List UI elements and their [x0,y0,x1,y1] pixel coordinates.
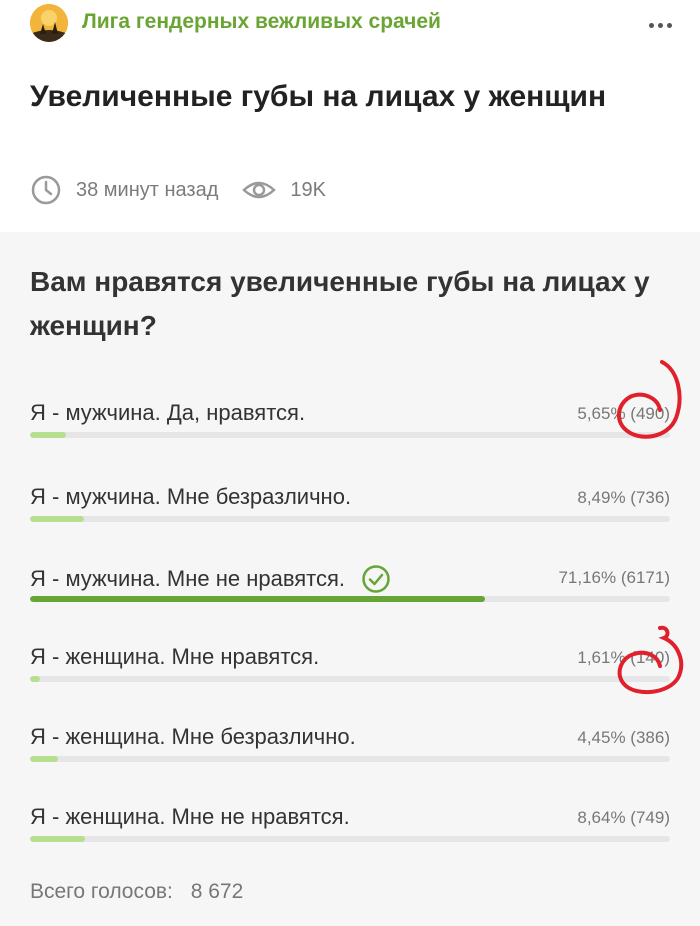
option-label: Я - мужчина. Да, нравятся. [30,400,306,425]
option-stats: 4,45% (386) [577,728,670,747]
clock-icon [30,174,62,206]
option-label: Я - женщина. Мне нравятся. [30,644,320,669]
total-votes-label: Всего голосов: [30,880,173,903]
option-bar [30,596,670,602]
views-count: 19K [290,178,326,201]
dot [666,22,672,28]
option-label: Я - мужчина. Мне безразлично. [30,484,352,509]
option-stats: 71,16% (6171) [558,568,670,587]
poll-option[interactable]: Я - женщина. Мне не нравятся. 8,64% (749… [30,804,670,854]
more-dots-icon[interactable] [640,10,680,40]
total-votes-value: 8 672 [190,880,244,903]
option-bar [30,432,670,438]
total-votes: Всего голосов: 8 672 [30,880,243,904]
check-circle-icon [361,564,391,594]
option-stats: 8,49% (736) [577,488,670,507]
post-meta: 38 минут назад 19K [30,172,326,208]
option-label: Я - женщина. Мне не нравятся. [30,804,350,829]
option-label: Я - мужчина. Мне не нравятся. [30,564,391,594]
poll-option[interactable]: Я - мужчина. Мне безразлично. 8,49% (736… [30,484,670,534]
option-bar [30,756,670,762]
poll-option[interactable]: Я - женщина. Мне безразлично. 4,45% (386… [30,724,670,774]
option-bar-fill [30,432,67,438]
poll-question: Вам нравятся увеличенные губы на лицах у… [30,266,650,341]
community-logo-icon[interactable] [30,4,68,42]
poll: Вам нравятся увеличенные губы на лицах у… [0,232,700,926]
option-bar [30,516,670,522]
option-label: Я - женщина. Мне безразлично. [30,724,356,749]
poll-option[interactable]: Я - мужчина. Мне не нравятся. 71,16% (61… [30,564,670,614]
option-stats: 8,64% (749) [577,808,670,827]
option-bar [30,836,670,842]
dot [648,22,654,28]
option-bar-fill [30,676,41,682]
option-bar-fill [30,516,85,522]
option-bar-fill [30,756,59,762]
option-bar [30,676,670,682]
option-stats: 5,65% (490) [577,404,670,423]
poll-option[interactable]: Я - мужчина. Да, нравятся. 5,65% (490) [30,400,670,450]
poll-option[interactable]: Я - женщина. Мне нравятся. 1,61% (140) [30,644,670,694]
option-label-text: Я - мужчина. Мне не нравятся. [30,566,346,591]
post-time: 38 минут назад [76,178,219,201]
eye-icon [242,178,277,202]
dot [657,22,663,28]
option-stats: 1,61% (140) [577,648,670,667]
post-header: Лига гендерных вежливых срачей Увеличенн… [0,0,700,232]
post-title[interactable]: Увеличенные губы на лицах у женщин [30,74,650,120]
community-name-link[interactable]: Лига гендерных вежливых срачей [82,10,441,34]
option-bar-fill [30,596,486,602]
option-bar-fill [30,836,86,842]
